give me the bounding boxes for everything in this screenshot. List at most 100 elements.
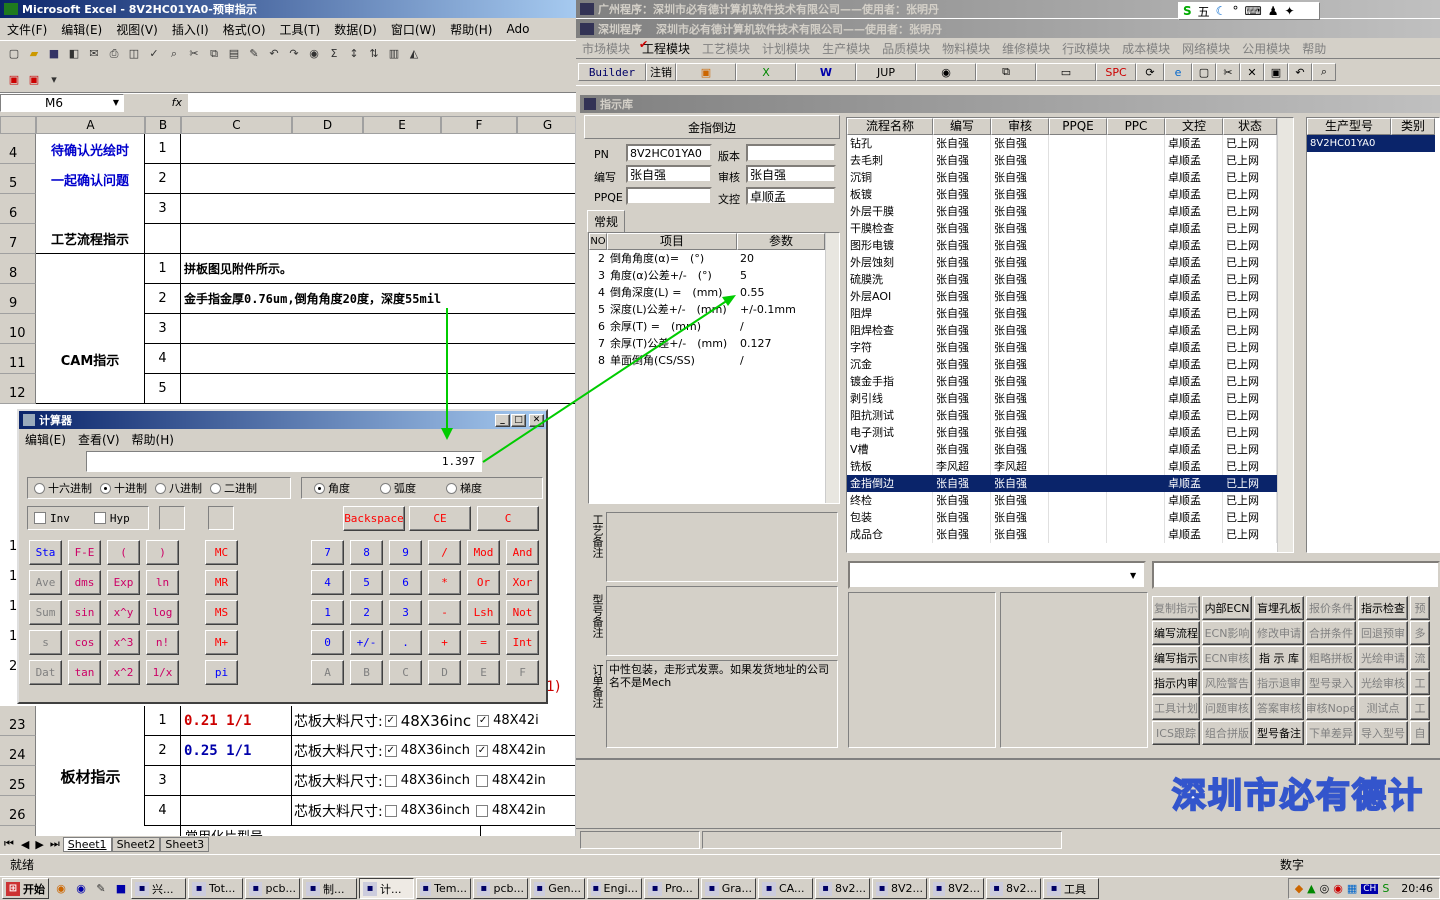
calc-menu-edit[interactable]: 编辑(E) bbox=[19, 431, 72, 448]
param-row[interactable]: 7 余厚(T)公差+/- (mm) 0.127 bbox=[589, 335, 839, 352]
params-col-item[interactable]: 项目 bbox=[607, 233, 737, 250]
action-button[interactable]: ECN影响 bbox=[1202, 621, 1252, 645]
pdf-email-icon[interactable]: ▣ bbox=[25, 70, 43, 88]
undo-tool-icon[interactable]: ↶ bbox=[1288, 63, 1312, 81]
excel-menu-format[interactable]: 格式(O) bbox=[216, 21, 273, 38]
calc-key-button[interactable]: Int bbox=[506, 630, 539, 655]
cut-tool-icon[interactable]: ✂ bbox=[1216, 63, 1240, 81]
cell-c[interactable]: 金手指金厚0.76um,倒角角度20度，深度55mil bbox=[181, 284, 575, 314]
cell-d[interactable]: 芯板大料尺寸: ✓ 48X36inch ✓ 48X42in bbox=[292, 736, 575, 766]
flow-scrollbar[interactable] bbox=[1277, 118, 1293, 552]
tray-icon-4[interactable]: ◉ bbox=[1333, 882, 1343, 895]
calc-key-button[interactable]: B bbox=[350, 660, 383, 685]
model-row[interactable]: 8V2HC01YA0 bbox=[1307, 135, 1435, 152]
calc-sci-button[interactable]: dms bbox=[68, 570, 101, 595]
flow-row[interactable]: 成品仓 张自强 张自强 卓顺孟 已上网 bbox=[847, 526, 1277, 543]
quicklaunch-icon-3[interactable]: ✎ bbox=[92, 880, 110, 898]
erp-menu-item[interactable]: 品质模块 bbox=[876, 40, 936, 57]
select-all-corner[interactable] bbox=[0, 116, 36, 134]
cell-a[interactable]: 工艺流程指示 bbox=[36, 224, 145, 254]
action-button[interactable]: 指示退审 bbox=[1254, 671, 1304, 695]
flow-col-header[interactable]: PPQE bbox=[1049, 118, 1107, 135]
calc-sci-button[interactable]: F-E bbox=[68, 540, 101, 565]
ime-keyboard-icon[interactable]: ⌨ bbox=[1244, 4, 1261, 18]
flow-row[interactable]: 沉金 张自强 张自强 卓顺孟 已上网 bbox=[847, 356, 1277, 373]
calc-key-button[interactable]: / bbox=[428, 540, 461, 565]
name-box[interactable]: M6 ▼ bbox=[0, 93, 124, 112]
sheet-last-icon[interactable]: ⏭ bbox=[47, 837, 63, 851]
base-oct-radio[interactable]: 八进制 bbox=[155, 480, 202, 496]
params-col-no[interactable]: NO bbox=[589, 233, 607, 250]
cell-a[interactable]: 一起确认问题 bbox=[36, 164, 145, 194]
cell-b[interactable]: 3 bbox=[145, 194, 181, 224]
flow-row[interactable]: 阻抗测试 张自强 张自强 卓顺孟 已上网 bbox=[847, 407, 1277, 424]
action-button[interactable]: 工 bbox=[1410, 671, 1430, 695]
calc-key-button[interactable]: C bbox=[389, 660, 422, 685]
flow-row[interactable]: 剥引线 张自强 张自强 卓顺孟 已上网 bbox=[847, 390, 1277, 407]
flow-row[interactable]: 硫膜洗 张自强 张自强 卓顺孟 已上网 bbox=[847, 271, 1277, 288]
flow-row[interactable]: 钻孔 张自强 张自强 卓顺孟 已上网 bbox=[847, 135, 1277, 152]
action-button[interactable]: 型号录入 bbox=[1306, 671, 1356, 695]
word-icon[interactable]: W bbox=[796, 63, 856, 81]
base-bin-radio[interactable]: 二进制 bbox=[210, 480, 257, 496]
name-box-dropdown-icon[interactable]: ▼ bbox=[113, 98, 119, 107]
save-icon[interactable]: ■ bbox=[45, 45, 63, 63]
row-header[interactable]: 8 bbox=[0, 254, 36, 284]
task-button[interactable]: ▪ 8v2... bbox=[986, 878, 1041, 899]
builder-button[interactable]: Builder bbox=[578, 63, 646, 81]
calc-key-button[interactable]: = bbox=[467, 630, 500, 655]
cell-c[interactable] bbox=[181, 224, 575, 254]
cell-c[interactable] bbox=[181, 194, 575, 224]
audit-field[interactable]: 张自强 bbox=[746, 165, 836, 183]
row-header[interactable]: 4 bbox=[0, 134, 36, 164]
action-button[interactable]: 自 bbox=[1410, 721, 1430, 745]
param-row[interactable]: 2 倒角角度(α)= (°) 20 bbox=[589, 250, 839, 267]
permission-icon[interactable]: ◧ bbox=[65, 45, 83, 63]
action-button[interactable]: 修改申请 bbox=[1254, 621, 1304, 645]
calc-sci-button[interactable]: n! bbox=[146, 630, 179, 655]
research-icon[interactable]: ⌕ bbox=[165, 45, 183, 63]
base-dec-radio[interactable]: 十进制 bbox=[100, 480, 147, 496]
flow-combo-dropdown-icon[interactable]: ▼ bbox=[1130, 571, 1144, 580]
calc-sci-button[interactable]: x^y bbox=[107, 600, 140, 625]
calc-key-button[interactable]: 8 bbox=[350, 540, 383, 565]
refresh-icon[interactable]: ⟳ bbox=[1136, 63, 1164, 81]
cell-b[interactable]: 4 bbox=[145, 344, 181, 374]
calc-key-button[interactable]: And bbox=[506, 540, 539, 565]
action-button[interactable]: 多 bbox=[1410, 621, 1430, 645]
calc-minimize-icon[interactable]: _ bbox=[495, 413, 510, 427]
quicklaunch-icon-2[interactable]: ◉ bbox=[72, 880, 90, 898]
excel-menu-data[interactable]: 数据(D) bbox=[327, 21, 384, 38]
sheet-next-icon[interactable]: ▶ bbox=[32, 838, 46, 851]
calc-sci-button[interactable]: sin bbox=[68, 600, 101, 625]
calc-sci-button[interactable]: s bbox=[29, 630, 62, 655]
calc-key-button[interactable]: E bbox=[467, 660, 500, 685]
excel-menu-file[interactable]: 文件(F) bbox=[0, 21, 54, 38]
row-header[interactable]: 26 bbox=[0, 796, 36, 826]
calc-key-button[interactable]: + bbox=[428, 630, 461, 655]
task-button[interactable]: ▪ Gen... bbox=[530, 878, 585, 899]
action-button[interactable]: ICS跟踪 bbox=[1152, 721, 1200, 745]
size-checkbox-1[interactable] bbox=[384, 774, 397, 787]
row-header[interactable]: 9 bbox=[0, 284, 36, 314]
spc-button[interactable]: SPC bbox=[1096, 63, 1136, 81]
params-col-value[interactable]: 参数 bbox=[737, 233, 825, 250]
sheet-first-icon[interactable]: ⏮ bbox=[0, 837, 18, 851]
new-icon[interactable]: ▢ bbox=[5, 45, 23, 63]
ime-user-icon[interactable]: ♟ bbox=[1268, 4, 1279, 18]
col-header-c[interactable]: C bbox=[181, 116, 292, 134]
sheet-tab-3[interactable]: Sheet3 bbox=[160, 836, 210, 852]
calc-key-button[interactable]: 5 bbox=[350, 570, 383, 595]
excel-menu-edit[interactable]: 编辑(E) bbox=[54, 21, 109, 38]
cell-d[interactable]: 芯板大料尺寸: 48X36inch 48X42in bbox=[292, 796, 575, 826]
quicklaunch-icon-1[interactable]: ◉ bbox=[52, 880, 70, 898]
flow-row[interactable]: 铣板 李风超 李风超 卓顺孟 已上网 bbox=[847, 458, 1277, 475]
excel-menu-adobe[interactable]: Ado bbox=[499, 22, 536, 36]
pdf-convert-icon[interactable]: ▣ bbox=[5, 70, 23, 88]
paste-icon[interactable]: ▤ bbox=[225, 45, 243, 63]
ime-moon-icon[interactable]: ☾ bbox=[1216, 4, 1227, 18]
task-button[interactable]: ▪ pcb... bbox=[245, 878, 300, 899]
erp-menu-item[interactable]: 生产模块 bbox=[816, 40, 876, 57]
calc-key-button[interactable]: Or bbox=[467, 570, 500, 595]
flow-row[interactable]: 阻焊检查 张自强 张自强 卓顺孟 已上网 bbox=[847, 322, 1277, 339]
